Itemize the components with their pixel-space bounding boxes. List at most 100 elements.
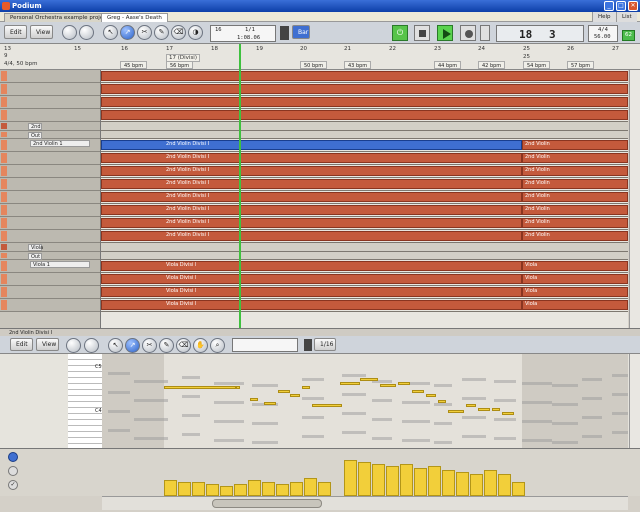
track-header-4[interactable]: 2nd V [0, 122, 100, 137]
track-header-17[interactable] [0, 273, 100, 286]
track-header-11[interactable] [0, 204, 100, 217]
midi-note[interactable] [502, 412, 514, 415]
midi-note[interactable] [360, 378, 378, 381]
region[interactable]: 2nd Violin [522, 153, 628, 163]
tempo-marker[interactable]: 54 bpm [523, 61, 551, 69]
velocity-bar[interactable] [386, 466, 399, 496]
track-header-0[interactable] [0, 70, 100, 83]
list-menu[interactable]: List [616, 12, 637, 22]
track-lane-7[interactable]: 2nd Violin Divisi I 2nd Violin [101, 152, 628, 165]
velocity-bar[interactable] [512, 482, 525, 496]
track-name[interactable]: 2nd V [28, 123, 42, 137]
stop-button[interactable] [414, 25, 430, 41]
track-lane-2[interactable] [101, 96, 628, 109]
editor-view-button[interactable]: View [36, 338, 59, 351]
eraser-tool-icon[interactable]: ⌫ [171, 25, 186, 40]
grid-value-button[interactable]: 1/16 [314, 338, 336, 351]
checkmark-icon[interactable]: ✓ [8, 480, 18, 490]
pointer-tool-icon[interactable]: ↖ [103, 25, 118, 40]
midi-note[interactable] [380, 384, 396, 387]
redo-icon[interactable] [79, 25, 94, 40]
range-tool-icon[interactable]: ↗ [120, 25, 135, 40]
editor-zoom-icon[interactable]: ⌕ [210, 338, 225, 353]
track-header-12[interactable] [0, 217, 100, 230]
signature-display[interactable]: 4/4 56.00 [588, 25, 618, 42]
midi-note[interactable] [426, 394, 436, 397]
close-icon[interactable]: ✕ [628, 1, 638, 11]
track-header-3[interactable] [0, 109, 100, 122]
region[interactable]: 2nd Violin Divisi I [101, 231, 522, 241]
snap-display[interactable]: 16 1/1 1:08.06 [210, 25, 276, 42]
velocity-bar[interactable] [428, 466, 441, 496]
editor-range-icon[interactable]: ↗ [125, 338, 140, 353]
metronome-icon[interactable] [280, 26, 289, 40]
tempo-marker[interactable]: 57 bpm [567, 61, 595, 69]
velocity-bar[interactable] [178, 482, 191, 496]
editor-hand-icon[interactable]: ✋ [193, 338, 208, 353]
velocity-bar[interactable] [248, 480, 261, 496]
region-selected[interactable]: 2nd Violin Divisi I [101, 140, 522, 150]
editor-horizontal-scrollbar[interactable] [102, 496, 628, 510]
velocity-bar[interactable] [414, 468, 427, 496]
region[interactable]: Viola [522, 300, 628, 310]
editor-undo-icon[interactable] [66, 338, 81, 353]
track-name[interactable]: Out [28, 132, 42, 139]
region[interactable]: 2nd Violin [522, 205, 628, 215]
velocity-bar[interactable] [498, 474, 511, 496]
midi-note[interactable] [236, 386, 240, 389]
arrange-area[interactable]: 2nd Violin Divisi I 2nd Violin 2nd Violin … [101, 70, 628, 330]
minimize-icon[interactable]: _ [604, 1, 614, 11]
velocity-bar[interactable] [290, 482, 303, 496]
region[interactable] [101, 71, 628, 81]
editor-pencil-icon[interactable]: ✎ [159, 338, 174, 353]
editor-split-icon[interactable]: ✂ [142, 338, 157, 353]
region[interactable]: Viola Divisi I [101, 261, 522, 271]
tempo-marker[interactable]: 56 bpm [166, 61, 194, 69]
note-grid[interactable] [102, 354, 628, 448]
bar-mode-button[interactable]: Bar [292, 25, 310, 39]
mute-tool-icon[interactable]: ◑ [188, 25, 203, 40]
arrange-vertical-scrollbar[interactable] [629, 70, 640, 328]
velocity-bar[interactable] [358, 462, 371, 496]
midi-note[interactable] [398, 382, 410, 385]
midi-note[interactable] [340, 382, 360, 385]
track-lane-0[interactable] [101, 70, 628, 83]
region[interactable]: Viola [522, 274, 628, 284]
track-lane-12[interactable]: 2nd Violin Divisi I 2nd Violin [101, 217, 628, 230]
track-lane-1[interactable] [101, 83, 628, 96]
track-header-7[interactable] [0, 152, 100, 165]
editor-vertical-scrollbar[interactable] [629, 354, 640, 448]
midi-note[interactable] [250, 398, 258, 401]
midi-note[interactable] [466, 404, 476, 407]
track-header-1[interactable] [0, 83, 100, 96]
velocity-bar[interactable] [400, 464, 413, 496]
midi-note[interactable] [290, 394, 300, 397]
maximize-icon[interactable]: □ [616, 1, 626, 11]
velocity-mode-icon[interactable] [8, 452, 18, 462]
velocity-bar[interactable] [484, 470, 497, 496]
editor-snap-icon[interactable] [304, 339, 312, 351]
editor-redo-icon[interactable] [84, 338, 99, 353]
scroll-thumb[interactable] [212, 499, 322, 508]
velocity-bar[interactable] [344, 460, 357, 496]
track-lane-8[interactable]: 2nd Violin Divisi I 2nd Violin [101, 165, 628, 178]
midi-note[interactable] [492, 408, 500, 411]
midi-note[interactable] [312, 404, 342, 407]
velocity-bar[interactable] [164, 480, 177, 496]
region[interactable]: 2nd Violin [522, 218, 628, 228]
track-lane-15[interactable] [101, 252, 628, 260]
velocity-bar[interactable] [206, 484, 219, 496]
track-header-10[interactable] [0, 191, 100, 204]
region[interactable]: Viola Divisi I [101, 274, 522, 284]
track-lane-3[interactable] [101, 109, 628, 122]
region[interactable]: Viola [522, 261, 628, 271]
track-header-6[interactable]: 2nd Violin 1 [0, 139, 100, 152]
track-header-8[interactable] [0, 165, 100, 178]
track-lane-17[interactable]: Viola Divisi I Viola [101, 273, 628, 286]
region[interactable]: 2nd Violin [522, 179, 628, 189]
editor-eraser-icon[interactable]: ⌫ [176, 338, 191, 353]
region[interactable]: 2nd Violin Divisi I [101, 205, 522, 215]
region[interactable]: 2nd Violin Divisi I [101, 179, 522, 189]
power-button[interactable]: ⏻ [392, 25, 408, 41]
editor-value-display[interactable] [232, 338, 298, 352]
